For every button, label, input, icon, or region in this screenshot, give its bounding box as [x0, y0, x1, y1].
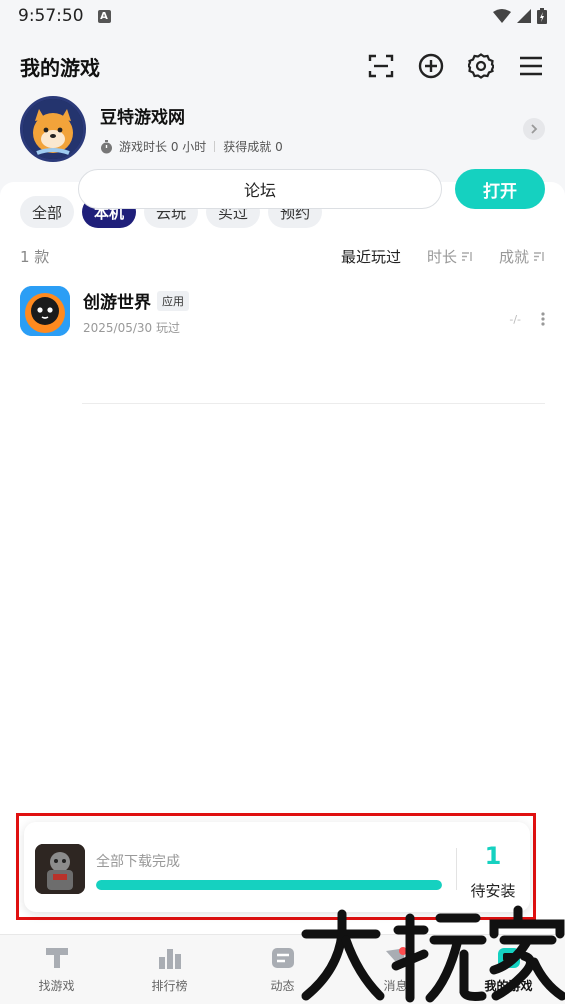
nav-feed[interactable]: 动态	[226, 935, 339, 1004]
download-progress-fill	[96, 880, 442, 890]
sort-duration-label: 时长	[426, 247, 457, 266]
find-games-icon	[44, 945, 70, 971]
row-divider	[82, 403, 545, 404]
game-info: 创游世界 应用 2025/05/30 玩过	[83, 286, 189, 336]
nav-label: 动态	[270, 979, 295, 993]
more-vertical-icon[interactable]	[541, 312, 545, 326]
profile-info: 豆特游戏网 游戏时长 0 小时 获得成就 0	[100, 103, 283, 155]
play-time-text: 游戏时长 0 小时	[119, 140, 207, 154]
add-circle-icon[interactable]	[417, 52, 445, 80]
game-meta: -/-	[509, 286, 545, 336]
message-icon	[383, 945, 409, 971]
scan-icon[interactable]	[367, 52, 395, 80]
game-list-item[interactable]: 创游世界 应用 2025/05/30 玩过 -/-	[20, 286, 545, 336]
nav-ranking[interactable]: 排行榜	[113, 935, 226, 1004]
sort-achievements[interactable]: 成就	[499, 246, 545, 267]
notification-a-icon: A	[97, 9, 111, 23]
open-game-button[interactable]: 打开	[455, 169, 545, 209]
sort-recent-label: 最近玩过	[340, 247, 401, 266]
signal-icon	[517, 9, 531, 23]
status-icons	[493, 8, 547, 24]
download-status-text: 全部下载完成	[96, 854, 180, 870]
nav-label: 排行榜	[151, 979, 188, 993]
forum-button[interactable]: 论坛	[78, 169, 442, 209]
settings-icon[interactable]	[467, 52, 495, 80]
download-panel[interactable]: 全部下载完成 1 待安装	[24, 822, 530, 912]
sort-achievements-label: 成就	[498, 247, 529, 266]
my-games-icon	[496, 945, 522, 971]
ranking-icon	[157, 945, 183, 971]
page-title: 我的游戏	[20, 55, 100, 80]
pending-install-label: 待安装	[470, 882, 516, 900]
last-played-date: 2025/05/30 玩过	[83, 321, 180, 335]
chevron-right-icon[interactable]	[523, 118, 545, 140]
profile-stats: 游戏时长 0 小时 获得成就 0	[100, 138, 283, 155]
sort-duration[interactable]: 时长	[427, 246, 473, 267]
download-game-thumbnail	[35, 844, 85, 894]
nav-find-games[interactable]: 找游戏	[0, 935, 113, 1004]
battery-icon	[537, 8, 547, 24]
status-time: 9:57:50	[18, 6, 84, 26]
status-bar: 9:57:50 A	[0, 0, 565, 32]
pending-install-count: 1	[484, 842, 502, 870]
sort-icon	[534, 251, 544, 261]
game-app-icon[interactable]	[20, 286, 70, 336]
sort-recent[interactable]: 最近玩过	[341, 246, 401, 267]
avatar[interactable]	[20, 96, 86, 162]
tab-all[interactable]: 全部	[20, 196, 75, 228]
stopwatch-icon	[101, 139, 112, 153]
game-name[interactable]: 创游世界	[83, 288, 151, 313]
achievements-text: 获得成就 0	[223, 140, 283, 154]
sort-icon	[461, 251, 472, 261]
page-header: 我的游戏	[0, 44, 565, 88]
game-count: 1 款	[20, 247, 50, 266]
game-progress: -/-	[509, 312, 521, 326]
menu-icon[interactable]	[517, 52, 545, 80]
sort-options: 最近玩过 时长 成就	[341, 246, 545, 267]
wifi-icon	[493, 9, 511, 23]
game-type-tag: 应用	[157, 290, 189, 311]
nav-label: 我的游戏	[484, 979, 533, 993]
profile-name: 豆特游戏网	[100, 108, 185, 128]
stat-divider	[214, 141, 216, 152]
profile-card[interactable]: 豆特游戏网 游戏时长 0 小时 获得成就 0	[20, 96, 545, 162]
header-actions	[367, 52, 545, 80]
download-progress-bar	[96, 880, 442, 890]
nav-my-games[interactable]: 我的游戏	[452, 935, 565, 1004]
nav-label: 找游戏	[38, 979, 75, 993]
sort-row: 1 款 最近玩过 时长 成就	[20, 244, 545, 268]
nav-messages[interactable]: 消息	[339, 935, 452, 1004]
game-title-line: 创游世界 应用	[83, 288, 189, 313]
nav-label: 消息	[383, 979, 408, 993]
bottom-nav: 找游戏 排行榜 动态 消息 我的游戏	[0, 934, 565, 1004]
feed-icon	[270, 945, 296, 971]
